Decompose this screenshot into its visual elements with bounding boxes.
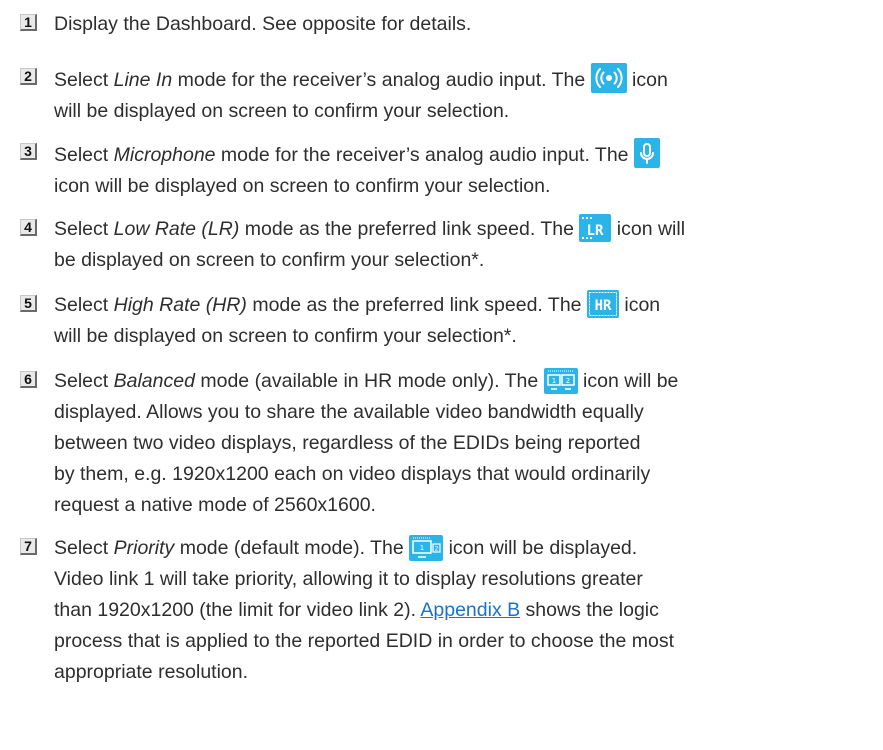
- text: icon will be: [577, 370, 679, 392]
- step-text: icon will be displayed on screen to conf…: [54, 175, 551, 197]
- text: Select: [54, 294, 114, 316]
- text: mode for the receiver’s analog audio inp…: [215, 144, 634, 166]
- text: icon: [618, 294, 661, 316]
- text: Select: [54, 218, 114, 240]
- step-text: Video link 1 will take priority, allowin…: [54, 568, 643, 590]
- step-1: 1 Display the Dashboard. See opposite fo…: [20, 9, 870, 40]
- text: Select: [54, 370, 114, 392]
- high-rate-icon: HR: [586, 290, 619, 318]
- step-text: process that is applied to the reported …: [54, 630, 675, 652]
- step-text: by them, e.g. 1920x1200 each on video di…: [54, 463, 651, 485]
- step-4: 4 Select Low Rate (LR) mode as the prefe…: [20, 214, 870, 276]
- balanced-icon: 12: [543, 368, 578, 394]
- appendix-b-link[interactable]: Appendix B: [420, 599, 520, 621]
- text: icon will: [611, 218, 686, 240]
- step-number: 6: [20, 371, 37, 388]
- text: icon will be displayed.: [443, 537, 638, 559]
- svg-text:HR: HR: [595, 298, 612, 314]
- low-rate-icon: LR: [579, 214, 612, 242]
- step-number: 3: [20, 143, 37, 160]
- step-text: will be displayed on screen to confirm y…: [54, 325, 517, 347]
- text: mode (available in HR mode only). The: [194, 370, 544, 392]
- step-5: 5 Select High Rate (HR) mode as the pref…: [20, 290, 870, 352]
- svg-text:1: 1: [551, 377, 555, 385]
- priority-icon: 12: [409, 535, 444, 561]
- text: mode as the preferred link speed. The: [239, 218, 580, 240]
- mode-name: Priority: [113, 537, 175, 559]
- step-number: 5: [20, 295, 37, 312]
- step-text: Display the Dashboard. See opposite for …: [54, 13, 472, 35]
- text: Select: [54, 144, 114, 166]
- step-text: be displayed on screen to confirm your s…: [54, 249, 485, 271]
- text: mode for the receiver’s analog audio inp…: [172, 69, 591, 91]
- step-number: 1: [20, 14, 37, 31]
- step-7: 7 Select Priority mode (default mode). T…: [20, 533, 870, 688]
- step-text: will be displayed on screen to confirm y…: [54, 100, 510, 122]
- text: mode as the preferred link speed. The: [246, 294, 587, 316]
- svg-text:2: 2: [435, 546, 439, 553]
- step-number: 7: [20, 538, 37, 555]
- step-text: displayed. Allows you to share the avail…: [54, 401, 644, 423]
- svg-text:2: 2: [565, 377, 569, 385]
- microphone-icon: [633, 138, 660, 168]
- mode-name: Balanced: [113, 370, 195, 392]
- line-in-icon: [590, 63, 627, 93]
- text: mode (default mode). The: [174, 537, 410, 559]
- step-number: 4: [20, 219, 37, 236]
- mode-name: High Rate (HR): [113, 294, 247, 316]
- text: than 1920x1200 (the limit for video link…: [54, 599, 421, 621]
- text: Select: [54, 69, 114, 91]
- step-2: 2 Select Line In mode for the receiver’s…: [20, 63, 870, 127]
- mode-name: Microphone: [113, 144, 216, 166]
- text: shows the logic: [520, 599, 659, 621]
- mode-name: Line In: [113, 69, 173, 91]
- text: icon: [626, 69, 668, 91]
- svg-text:LR: LR: [587, 223, 604, 239]
- step-text: appropriate resolution.: [54, 661, 249, 683]
- step-text: between two video displays, regardless o…: [54, 432, 641, 454]
- mode-name: Low Rate (LR): [113, 218, 240, 240]
- step-number: 2: [20, 68, 37, 85]
- step-text: request a native mode of 2560x1600.: [54, 494, 376, 516]
- step-3: 3 Select Microphone mode for the receive…: [20, 138, 870, 202]
- step-6: 6 Select Balanced mode (available in HR …: [20, 366, 870, 521]
- svg-text:1: 1: [420, 544, 424, 552]
- text: Select: [54, 537, 114, 559]
